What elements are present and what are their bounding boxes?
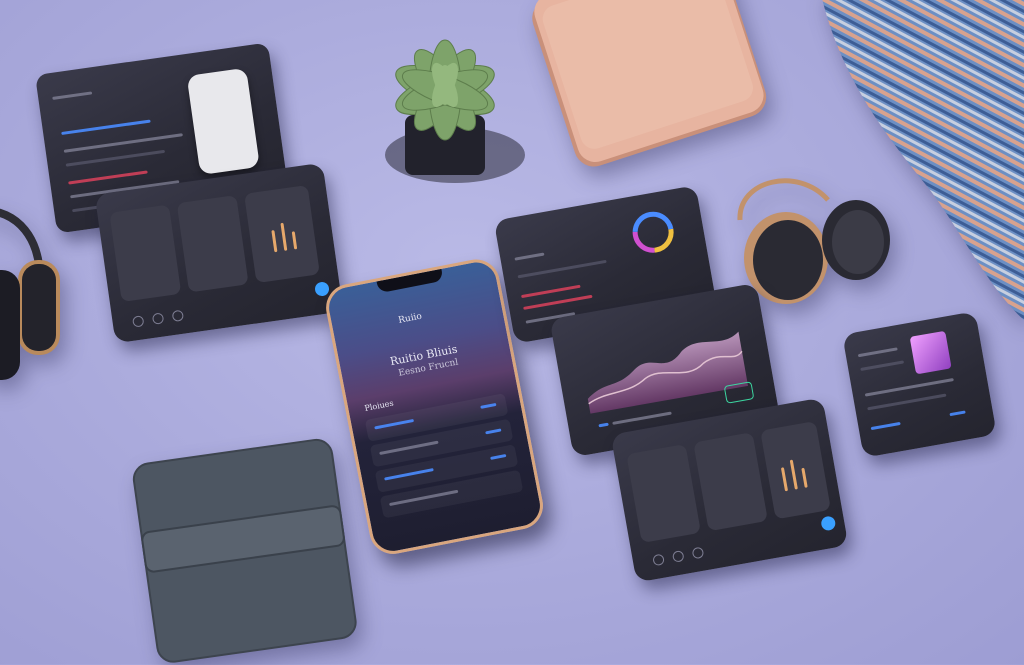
rose-gold-phone xyxy=(530,0,780,170)
chart-button[interactable] xyxy=(723,381,755,404)
headphones-left xyxy=(0,200,80,390)
tablet-ui-card-bottom xyxy=(94,162,344,344)
phone-section-label: Ploiues xyxy=(363,398,395,413)
succulent-plant xyxy=(345,5,545,190)
area-chart xyxy=(587,331,749,414)
gradient-swatch xyxy=(909,330,952,375)
progress-ring xyxy=(632,211,674,253)
action-button[interactable] xyxy=(820,515,837,532)
wallet xyxy=(130,430,370,663)
phone-image-thumbnail xyxy=(186,67,260,176)
phone-header: Ruiio xyxy=(397,311,423,326)
small-card xyxy=(842,311,997,458)
phone-notch xyxy=(376,268,444,294)
